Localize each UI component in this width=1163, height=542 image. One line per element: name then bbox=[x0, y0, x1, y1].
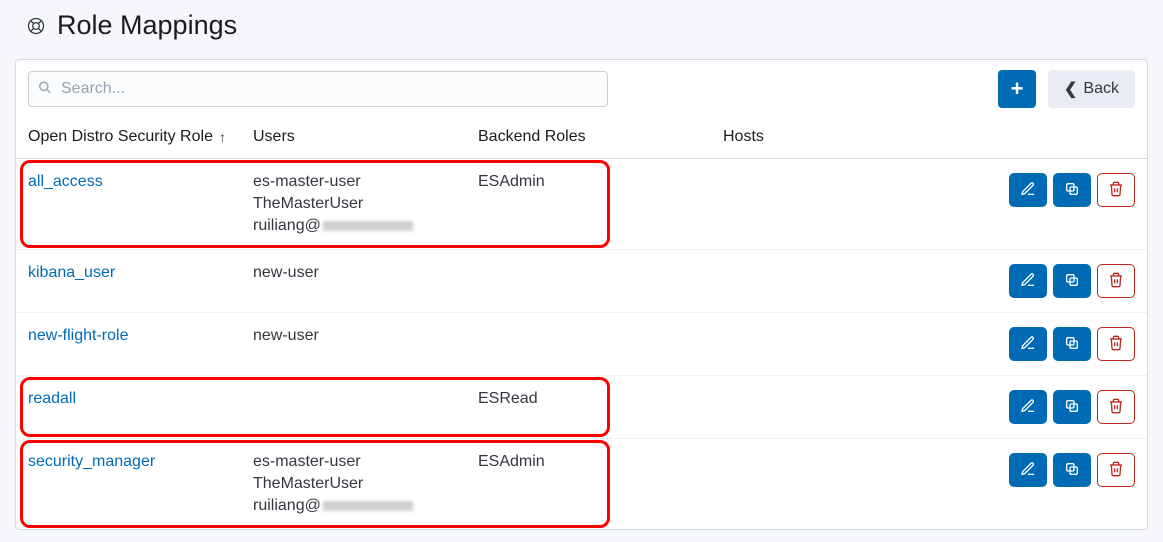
copy-icon bbox=[1064, 272, 1080, 291]
table-row: readall ESRead bbox=[16, 376, 1147, 439]
copy-icon bbox=[1064, 181, 1080, 200]
cell-backend: ESAdmin bbox=[478, 173, 723, 191]
table-header: Open Distro Security Role ↑ Users Backen… bbox=[16, 118, 1147, 159]
role-link[interactable]: all_access bbox=[28, 173, 103, 191]
trash-icon bbox=[1108, 461, 1124, 480]
edit-button[interactable] bbox=[1009, 173, 1047, 207]
col-header-users[interactable]: Users bbox=[253, 128, 478, 146]
delete-button[interactable] bbox=[1097, 327, 1135, 361]
cell-actions bbox=[995, 390, 1135, 424]
cell-users: es-master-user TheMasterUser ruiliang@ bbox=[253, 453, 478, 515]
delete-button[interactable] bbox=[1097, 390, 1135, 424]
table-body: all_access es-master-user TheMasterUser rui… bbox=[16, 159, 1147, 529]
user-item: es-master-user bbox=[253, 173, 478, 191]
table-row: security_manager es-master-user TheMasterU… bbox=[16, 439, 1147, 529]
role-link[interactable]: security_manager bbox=[28, 453, 155, 471]
cell-role: security_manager bbox=[28, 453, 253, 471]
clone-button[interactable] bbox=[1053, 327, 1091, 361]
search-wrap bbox=[28, 71, 608, 107]
main-panel: + ❮ Back Open Distro Security Role ↑ Use… bbox=[15, 59, 1148, 530]
col-header-actions bbox=[995, 128, 1135, 146]
user-list: new-user bbox=[253, 264, 478, 282]
delete-button[interactable] bbox=[1097, 453, 1135, 487]
user-item: ruiliang@ bbox=[253, 217, 478, 235]
search-input[interactable] bbox=[28, 71, 608, 107]
cell-actions bbox=[995, 453, 1135, 487]
cell-backend: ESRead bbox=[478, 390, 723, 408]
chevron-left-icon: ❮ bbox=[1064, 79, 1077, 99]
trash-icon bbox=[1108, 398, 1124, 417]
user-item: es-master-user bbox=[253, 453, 478, 471]
copy-icon bbox=[1064, 398, 1080, 417]
pencil-icon bbox=[1020, 335, 1036, 354]
edit-button[interactable] bbox=[1009, 327, 1047, 361]
delete-button[interactable] bbox=[1097, 173, 1135, 207]
trash-icon bbox=[1108, 272, 1124, 291]
cell-users: es-master-user TheMasterUser ruiliang@ bbox=[253, 173, 478, 235]
trash-icon bbox=[1108, 335, 1124, 354]
add-button[interactable]: + bbox=[998, 70, 1036, 108]
role-link[interactable]: new-flight-role bbox=[28, 327, 128, 345]
user-item: new-user bbox=[253, 264, 478, 282]
user-item: new-user bbox=[253, 327, 478, 345]
clone-button[interactable] bbox=[1053, 453, 1091, 487]
edit-button[interactable] bbox=[1009, 390, 1047, 424]
delete-button[interactable] bbox=[1097, 264, 1135, 298]
cell-users: new-user bbox=[253, 264, 478, 282]
col-header-role[interactable]: Open Distro Security Role ↑ bbox=[28, 128, 253, 146]
user-list: es-master-user TheMasterUser ruiliang@ bbox=[253, 453, 478, 515]
pencil-icon bbox=[1020, 272, 1036, 291]
clone-button[interactable] bbox=[1053, 173, 1091, 207]
edit-button[interactable] bbox=[1009, 453, 1047, 487]
copy-icon bbox=[1064, 461, 1080, 480]
cell-role: readall bbox=[28, 390, 253, 408]
col-header-backend[interactable]: Backend Roles bbox=[478, 128, 723, 146]
cell-users: new-user bbox=[253, 327, 478, 345]
cell-actions bbox=[995, 327, 1135, 361]
sort-ascending-icon: ↑ bbox=[219, 129, 226, 145]
user-item: TheMasterUser bbox=[253, 475, 478, 493]
redacted-text bbox=[323, 501, 413, 511]
role-link[interactable]: readall bbox=[28, 390, 76, 408]
pencil-icon bbox=[1020, 461, 1036, 480]
pencil-icon bbox=[1020, 181, 1036, 200]
page-title: Role Mappings bbox=[57, 10, 237, 41]
clone-button[interactable] bbox=[1053, 264, 1091, 298]
search-icon bbox=[38, 81, 52, 98]
user-list: new-user bbox=[253, 327, 478, 345]
role-link[interactable]: kibana_user bbox=[28, 264, 115, 282]
user-list: es-master-user TheMasterUser ruiliang@ bbox=[253, 173, 478, 235]
edit-button[interactable] bbox=[1009, 264, 1047, 298]
clone-button[interactable] bbox=[1053, 390, 1091, 424]
col-role-label: Open Distro Security Role bbox=[28, 128, 213, 146]
table-row: kibana_user new-user bbox=[16, 250, 1147, 313]
table-row: new-flight-role new-user bbox=[16, 313, 1147, 376]
col-header-hosts[interactable]: Hosts bbox=[723, 128, 995, 146]
trash-icon bbox=[1108, 181, 1124, 200]
plus-icon: + bbox=[1011, 78, 1024, 100]
cell-backend: ESAdmin bbox=[478, 453, 723, 471]
user-item: TheMasterUser bbox=[253, 195, 478, 213]
back-button[interactable]: ❮ Back bbox=[1048, 70, 1135, 108]
cell-role: all_access bbox=[28, 173, 253, 191]
copy-icon bbox=[1064, 335, 1080, 354]
cell-actions bbox=[995, 173, 1135, 207]
table-row: all_access es-master-user TheMasterUser rui… bbox=[16, 159, 1147, 250]
cell-role: new-flight-role bbox=[28, 327, 253, 345]
back-label: Back bbox=[1083, 80, 1119, 98]
cell-role: kibana_user bbox=[28, 264, 253, 282]
page-header: Role Mappings bbox=[15, 10, 1148, 41]
pencil-icon bbox=[1020, 398, 1036, 417]
lifebuoy-icon bbox=[25, 15, 47, 37]
redacted-text bbox=[323, 221, 413, 231]
cell-actions bbox=[995, 264, 1135, 298]
toolbar: + ❮ Back bbox=[16, 60, 1147, 118]
user-item: ruiliang@ bbox=[253, 497, 478, 515]
